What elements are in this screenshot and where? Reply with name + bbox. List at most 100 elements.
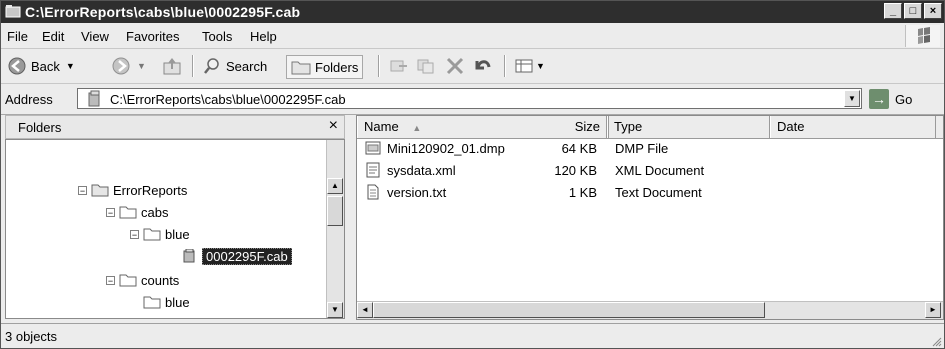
collapse-toggle-icon[interactable]: − xyxy=(106,275,115,285)
scroll-thumb[interactable] xyxy=(327,196,343,226)
address-value: C:\ErrorReports\cabs\blue\0002295F.cab xyxy=(110,92,346,107)
tree-item-errorreports[interactable]: − ErrorReports xyxy=(78,180,187,200)
folders-pane-title: Folders xyxy=(18,120,62,135)
file-name: Mini120902_01.dmp xyxy=(387,141,505,156)
chevron-down-icon[interactable]: ▼ xyxy=(66,61,75,71)
list-item[interactable]: version.txt 1 KB Text Document xyxy=(357,182,943,204)
scroll-up-icon[interactable]: ▲ xyxy=(327,178,343,194)
address-input[interactable]: C:\ErrorReports\cabs\blue\0002295F.cab ▼ xyxy=(77,88,862,109)
move-to-icon xyxy=(390,60,407,72)
menu-bar: File Edit View Favorites Tools Help xyxy=(1,23,944,49)
menu-edit[interactable]: Edit xyxy=(42,29,64,44)
folder-window-icon xyxy=(5,5,21,18)
tree-item-label: counts xyxy=(141,272,180,288)
tree-item-label: blue xyxy=(165,226,190,242)
list-item[interactable]: Mini120902_01.dmp 64 KB DMP File xyxy=(357,138,943,160)
menu-favorites[interactable]: Favorites xyxy=(126,29,179,44)
window-title: C:\ErrorReports\cabs\blue\0002295F.cab xyxy=(25,4,301,20)
file-name: sysdata.xml xyxy=(387,163,456,178)
back-button[interactable]: Back ▼ xyxy=(7,55,75,77)
xml-file-icon xyxy=(366,162,380,178)
delete-button[interactable] xyxy=(445,55,465,77)
undo-button[interactable] xyxy=(472,55,492,77)
file-size: 64 KB xyxy=(561,141,597,156)
search-button[interactable]: Search xyxy=(202,55,267,77)
tree-item-blue[interactable]: − blue xyxy=(130,224,190,244)
scroll-thumb[interactable] xyxy=(373,302,765,318)
open-folder-icon xyxy=(119,274,137,287)
column-header-date[interactable]: Date xyxy=(770,116,936,138)
status-text: 3 objects xyxy=(5,329,58,344)
collapse-toggle-icon[interactable]: − xyxy=(130,229,139,239)
menu-help[interactable]: Help xyxy=(250,29,277,44)
back-label: Back xyxy=(31,58,60,74)
collapse-toggle-icon[interactable]: − xyxy=(78,185,87,195)
move-to-button[interactable] xyxy=(389,55,409,77)
folder-icon xyxy=(143,296,161,309)
drive-folder-icon xyxy=(91,184,109,197)
list-item[interactable]: sysdata.xml 120 KB XML Document xyxy=(357,160,943,182)
close-button[interactable]: × xyxy=(924,3,942,19)
text-file-icon xyxy=(367,184,379,200)
file-list[interactable]: Name ▲ Size Type Date Mini120902_01.dmp … xyxy=(356,115,944,320)
cab-file-icon xyxy=(88,90,100,107)
delete-x-icon xyxy=(446,57,464,75)
maximize-button[interactable]: □ xyxy=(904,3,922,19)
explorer-window: C:\ErrorReports\cabs\blue\0002295F.cab _… xyxy=(0,0,945,349)
resize-grip-icon[interactable] xyxy=(930,335,942,347)
column-header-type[interactable]: Type xyxy=(607,116,770,138)
scroll-down-icon[interactable]: ▼ xyxy=(327,302,343,318)
copy-to-button[interactable] xyxy=(416,55,436,77)
folders-button[interactable]: Folders xyxy=(286,55,364,79)
forward-button[interactable]: ▼ xyxy=(111,55,146,77)
tree-vertical-scrollbar[interactable]: ▲ ▼ xyxy=(326,140,344,318)
open-folder-icon xyxy=(119,206,137,219)
file-name: version.txt xyxy=(387,185,447,200)
tree-item-label: cabs xyxy=(141,204,169,220)
views-button[interactable]: ▼ xyxy=(514,55,545,77)
scroll-right-icon[interactable]: ► xyxy=(925,302,941,318)
tree-item-label: blue xyxy=(165,294,190,310)
title-bar[interactable]: C:\ErrorReports\cabs\blue\0002295F.cab _… xyxy=(1,1,944,23)
copy-to-icon xyxy=(417,59,434,74)
menu-view[interactable]: View xyxy=(81,29,109,44)
file-type: DMP File xyxy=(615,141,669,156)
list-horizontal-scrollbar[interactable]: ◄ ► xyxy=(357,301,943,319)
up-folder-button[interactable] xyxy=(161,55,183,77)
chevron-down-icon[interactable]: ▼ xyxy=(536,61,545,71)
views-grid-icon xyxy=(515,59,533,73)
search-label: Search xyxy=(226,58,268,74)
chevron-down-icon[interactable]: ▼ xyxy=(137,61,146,71)
folder-icon xyxy=(291,61,311,75)
folders-pane-header: Folders × xyxy=(5,115,345,139)
menu-tools[interactable]: Tools xyxy=(202,29,232,44)
go-arrow-icon: → xyxy=(869,89,889,109)
folders-pane-close-button[interactable]: × xyxy=(329,117,338,135)
address-label: Address xyxy=(5,92,53,107)
address-dropdown-icon[interactable]: ▼ xyxy=(844,90,860,107)
scroll-left-icon[interactable]: ◄ xyxy=(357,302,373,318)
folders-label: Folders xyxy=(315,59,359,75)
up-folder-icon xyxy=(163,58,181,75)
status-bar: 3 objects xyxy=(1,323,944,349)
windows-logo-icon xyxy=(905,25,940,47)
forward-arrow-icon xyxy=(112,57,130,75)
collapse-toggle-icon[interactable]: − xyxy=(106,207,115,217)
column-header-size[interactable]: Size xyxy=(557,116,607,138)
minimize-button[interactable]: _ xyxy=(884,3,902,19)
tree-item-counts-blue[interactable]: blue xyxy=(143,292,190,312)
menu-file[interactable]: File xyxy=(7,29,28,44)
address-bar: Address C:\ErrorReports\cabs\blue\000229… xyxy=(1,84,944,115)
search-icon xyxy=(204,58,219,74)
go-label: Go xyxy=(895,91,913,107)
column-headers: Name ▲ Size Type Date xyxy=(357,116,943,139)
folder-tree[interactable]: − ErrorReports − cabs − blue 0002295F.ca… xyxy=(5,139,345,319)
file-type: Text Document xyxy=(615,185,702,200)
tree-item-cab-file[interactable]: 0002295F.cab xyxy=(180,246,292,266)
tree-item-label-selected: 0002295F.cab xyxy=(202,247,292,265)
tree-item-counts[interactable]: − counts xyxy=(106,270,179,290)
go-button[interactable]: → Go xyxy=(869,89,939,109)
tree-item-label: ErrorReports xyxy=(113,182,188,198)
tree-item-cabs[interactable]: − cabs xyxy=(106,202,168,222)
back-arrow-icon xyxy=(8,57,26,75)
